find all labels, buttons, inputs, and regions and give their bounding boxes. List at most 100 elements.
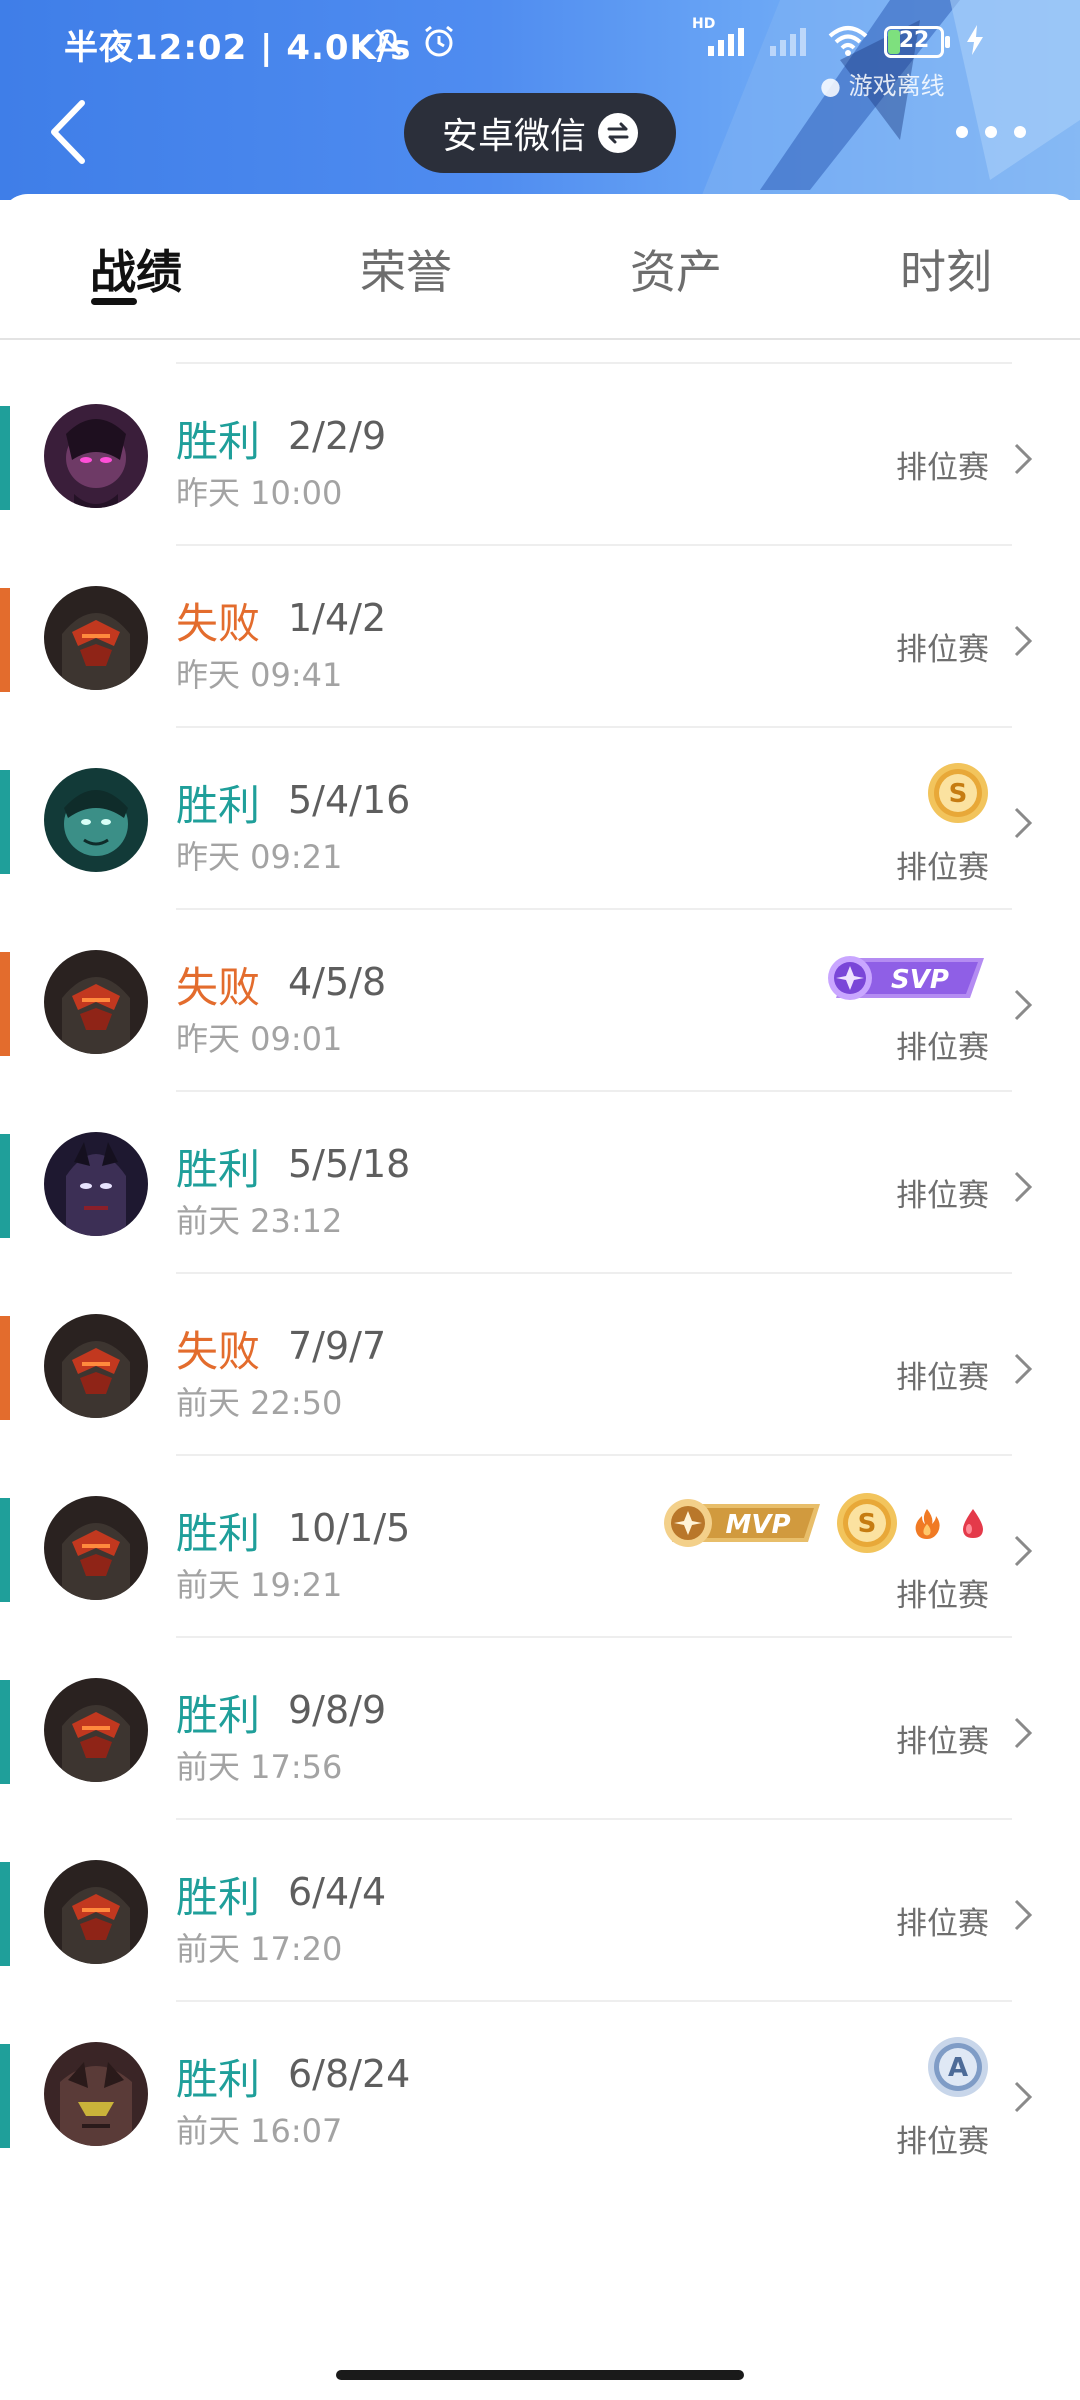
match-kda: 5/5/18 <box>288 1142 411 1186</box>
match-time: 昨天 09:21 <box>176 838 343 876</box>
match-result: 胜利 <box>176 1145 261 1194</box>
match-result: 失败 <box>176 599 261 648</box>
match-row[interactable]: 胜利 5/5/18 前天 23:12 排位赛 <box>0 1092 1080 1274</box>
result-bar <box>0 406 10 510</box>
hero-avatar <box>44 1314 148 1418</box>
result-bar <box>0 952 10 1056</box>
match-kda: 1/4/2 <box>288 596 387 640</box>
match-time: 昨天 10:00 <box>176 474 343 512</box>
result-bar <box>0 1680 10 1784</box>
more-options-button[interactable] <box>956 112 1026 152</box>
match-kda: 10/1/5 <box>288 1506 411 1550</box>
match-time: 昨天 09:41 <box>176 656 343 694</box>
match-time: 昨天 09:01 <box>176 1020 343 1058</box>
a-rank-badge-icon: A <box>928 2037 988 2097</box>
chevron-right-icon <box>1014 443 1033 475</box>
mute-icon <box>370 24 406 64</box>
match-time: 前天 22:50 <box>176 1384 343 1422</box>
tab-assets[interactable]: 资产 <box>596 236 756 302</box>
match-result: 胜利 <box>176 2055 261 2104</box>
chevron-right-icon <box>1014 1899 1033 1931</box>
match-row[interactable]: 胜利 6/4/4 前天 17:20 排位赛 <box>0 1820 1080 2002</box>
match-kda: 4/5/8 <box>288 960 387 1004</box>
hero-avatar <box>44 1132 148 1236</box>
tab-records[interactable]: 战绩 <box>56 236 216 302</box>
result-bar <box>0 770 10 874</box>
match-row[interactable]: 胜利 10/1/5 前天 19:21 MVP S 排位赛 <box>0 1456 1080 1638</box>
result-bar <box>0 588 10 692</box>
match-time: 前天 23:12 <box>176 1202 343 1240</box>
hero-avatar <box>44 1860 148 1964</box>
match-mode: 排位赛 <box>896 1578 989 1614</box>
match-row[interactable]: 失败 4/5/8 昨天 09:01 SVP 排位赛 <box>0 910 1080 1092</box>
hero-avatar <box>44 586 148 690</box>
match-result: 失败 <box>176 963 261 1012</box>
svg-text:SVP: SVP <box>891 965 949 995</box>
back-button[interactable] <box>40 96 96 168</box>
s-rank-badge-icon: S <box>928 763 988 823</box>
match-time: 前天 17:20 <box>176 1930 343 1968</box>
header: 半夜12:02 | 4.0K/s HD 22 ● 游戏离线 安卓微信 <box>0 0 1080 200</box>
hero-avatar <box>44 1496 148 1600</box>
back-arrow-icon <box>51 100 85 164</box>
match-row[interactable]: 失败 7/9/7 前天 22:50 排位赛 <box>0 1274 1080 1456</box>
wifi-icon <box>812 22 870 62</box>
match-row[interactable]: 失败 1/4/2 昨天 09:41 排位赛 <box>0 546 1080 728</box>
match-mode: 排位赛 <box>896 850 989 886</box>
hero-avatar <box>44 1678 148 1782</box>
match-result: 胜利 <box>176 1509 261 1558</box>
chevron-right-icon <box>1014 989 1033 1021</box>
tab-moments[interactable]: 时刻 <box>866 236 1026 302</box>
status-bar: 半夜12:02 | 4.0K/s HD 22 ● 游戏离线 <box>0 0 1080 100</box>
tab-honors[interactable]: 荣誉 <box>326 236 486 302</box>
match-mode: 排位赛 <box>896 450 989 486</box>
account-label: 安卓微信 <box>441 116 586 157</box>
result-bar <box>0 1862 10 1966</box>
more-dot-icon <box>985 126 997 138</box>
battery-icon: 22 <box>884 26 950 58</box>
match-row[interactable]: 胜利 6/8/24 前天 16:07 A 排位赛 <box>0 2002 1080 2184</box>
match-kda: 9/8/9 <box>288 1688 387 1732</box>
match-kda: 5/4/16 <box>288 778 411 822</box>
svg-text:A: A <box>948 2053 968 2083</box>
result-bar <box>0 1316 10 1420</box>
game-offline-status: ● 游戏离线 <box>820 72 945 100</box>
match-time: 前天 16:07 <box>176 2112 343 2150</box>
signal-icon-secondary <box>754 22 812 62</box>
chevron-right-icon <box>1014 2081 1033 2113</box>
chevron-right-icon <box>1014 807 1033 839</box>
match-result: 胜利 <box>176 781 261 830</box>
chevron-right-icon <box>1014 1535 1033 1567</box>
result-bar <box>0 2044 10 2148</box>
match-mode: 排位赛 <box>896 1360 989 1396</box>
match-mode: 排位赛 <box>896 632 989 668</box>
result-bar <box>0 1498 10 1602</box>
account-switch-button[interactable]: 安卓微信 <box>404 93 676 173</box>
alarm-icon <box>420 22 458 64</box>
chevron-right-icon <box>1014 1353 1033 1385</box>
fire-icon <box>915 1509 940 1539</box>
match-row[interactable]: 胜利 5/4/16 昨天 09:21 S 排位赛 <box>0 728 1080 910</box>
blood-drop-icon <box>963 1509 983 1538</box>
match-mode: 排位赛 <box>896 1906 989 1942</box>
svp-badge-icon: SVP <box>828 956 984 1000</box>
hero-avatar <box>44 404 148 508</box>
hero-avatar <box>44 768 148 872</box>
match-row[interactable]: 胜利 2/2/9 昨天 10:00 排位赛 <box>0 364 1080 546</box>
match-result: 失败 <box>176 1327 261 1376</box>
s-rank-badge-icon: S <box>837 1493 897 1553</box>
chevron-right-icon <box>1014 1171 1033 1203</box>
svg-text:S: S <box>858 1509 877 1539</box>
more-dot-icon <box>1014 126 1026 138</box>
match-time: 前天 17:56 <box>176 1748 343 1786</box>
match-result: 胜利 <box>176 417 261 466</box>
match-mode: 排位赛 <box>896 1030 989 1066</box>
status-time-speed: 半夜12:02 | 4.0K/s <box>64 28 412 68</box>
home-indicator[interactable] <box>336 2370 744 2380</box>
tab-bar: 战绩 荣誉 资产 时刻 <box>0 194 1080 340</box>
match-row[interactable]: 胜利 9/8/9 前天 17:56 排位赛 <box>0 1638 1080 1820</box>
match-result: 胜利 <box>176 1691 261 1740</box>
chevron-right-icon <box>1014 625 1033 657</box>
match-kda: 7/9/7 <box>288 1324 387 1368</box>
active-tab-indicator <box>91 298 137 305</box>
